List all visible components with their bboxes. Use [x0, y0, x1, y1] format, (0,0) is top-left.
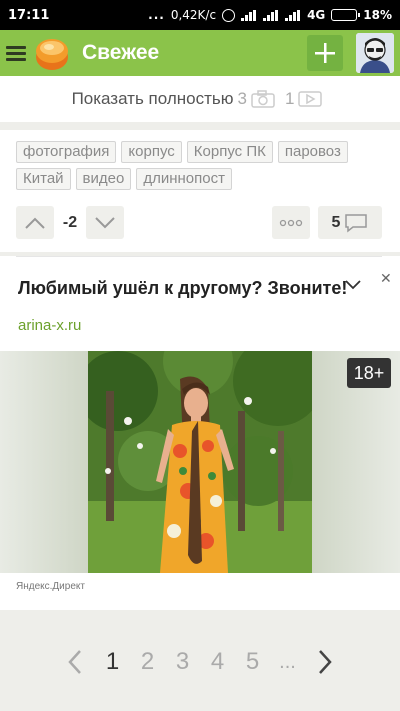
age-badge: 18+ — [347, 358, 391, 388]
ad-url[interactable]: arina-x.ru — [18, 317, 81, 334]
video-count: 1 — [284, 89, 295, 108]
tag[interactable]: Китай — [16, 168, 71, 190]
hamburger-icon[interactable] — [6, 45, 26, 61]
page-link[interactable]: 1 — [95, 648, 130, 676]
tag[interactable]: Корпус ПК — [186, 141, 273, 163]
alarm-icon — [222, 8, 236, 22]
page-title: Свежее — [82, 41, 160, 64]
prev-page-button[interactable] — [55, 649, 95, 675]
ad-photo — [88, 351, 312, 573]
chevron-down-icon[interactable] — [345, 280, 361, 290]
page-link[interactable]: 4 — [200, 648, 235, 676]
battery-icon — [331, 9, 361, 21]
wifi-signal-icon — [263, 9, 279, 21]
show-full-bar[interactable]: Показать полностью 3 1 — [0, 76, 400, 122]
show-full-label[interactable]: Показать полностью — [72, 89, 234, 109]
more-dots-icon — [279, 219, 303, 226]
chevron-right-icon — [319, 650, 332, 674]
battery-percent: 18% — [363, 8, 392, 22]
camera-icon — [251, 90, 275, 108]
tag[interactable]: видео — [75, 168, 132, 190]
more-button[interactable] — [272, 206, 310, 239]
page-ellipsis: ... — [279, 650, 296, 673]
next-page-button[interactable] — [305, 649, 345, 675]
status-dots: ... — [148, 8, 165, 22]
app-bar: Свежее — [0, 30, 400, 76]
vote-controls: -2 — [16, 206, 124, 239]
pagination: 1 2 3 4 5 ... — [0, 640, 400, 684]
video-icon — [298, 91, 323, 107]
comments-button[interactable]: 5 — [318, 206, 382, 239]
chevron-down-icon — [95, 216, 115, 228]
ad-title[interactable]: Любимый ушёл к другому? Звоните! — [18, 278, 347, 299]
photo-count: 3 — [237, 89, 247, 108]
add-post-button[interactable] — [307, 35, 343, 71]
ad-block: Любимый ушёл к другому? Звоните! ✕ arina… — [0, 256, 400, 610]
downvote-button[interactable] — [86, 206, 124, 239]
tag[interactable]: паровоз — [277, 141, 348, 163]
network-speed: 0,42K/c — [170, 8, 217, 22]
signal-icon-2 — [285, 9, 301, 21]
chevron-left-icon — [68, 650, 81, 674]
status-bar: 17:11 ... 0,42K/c 4G 18% — [0, 0, 400, 30]
ad-source-label: Яндекс.Директ — [16, 581, 85, 592]
tag[interactable]: корпус — [121, 141, 182, 163]
status-time: 17:11 — [8, 7, 50, 23]
ad-image[interactable]: 18+ — [0, 351, 400, 573]
divider — [16, 256, 382, 257]
user-avatar[interactable] — [356, 33, 394, 73]
comment-icon — [345, 213, 368, 233]
tag-list: фотография корпус Корпус ПК паровоз Кита… — [16, 141, 376, 190]
network-type: 4G — [307, 8, 326, 22]
comments-count: 5 — [331, 213, 341, 231]
post-rating: -2 — [62, 213, 78, 231]
logo-icon[interactable] — [32, 33, 72, 73]
upvote-button[interactable] — [16, 206, 54, 239]
plus-icon — [315, 43, 335, 63]
post-footer: фотография корпус Корпус ПК паровоз Кита… — [0, 130, 400, 252]
page-link[interactable]: 5 — [235, 648, 270, 676]
tag[interactable]: фотография — [16, 141, 117, 163]
tag[interactable]: длиннопост — [136, 168, 232, 190]
status-indicators: ... 0,42K/c 4G 18% — [148, 8, 392, 22]
ad-image-blur-left — [0, 351, 88, 573]
chevron-up-icon — [25, 217, 45, 229]
page-link[interactable]: 3 — [165, 648, 200, 676]
signal-icon — [241, 9, 257, 21]
close-icon[interactable]: ✕ — [380, 270, 392, 287]
page-link[interactable]: 2 — [130, 648, 165, 676]
